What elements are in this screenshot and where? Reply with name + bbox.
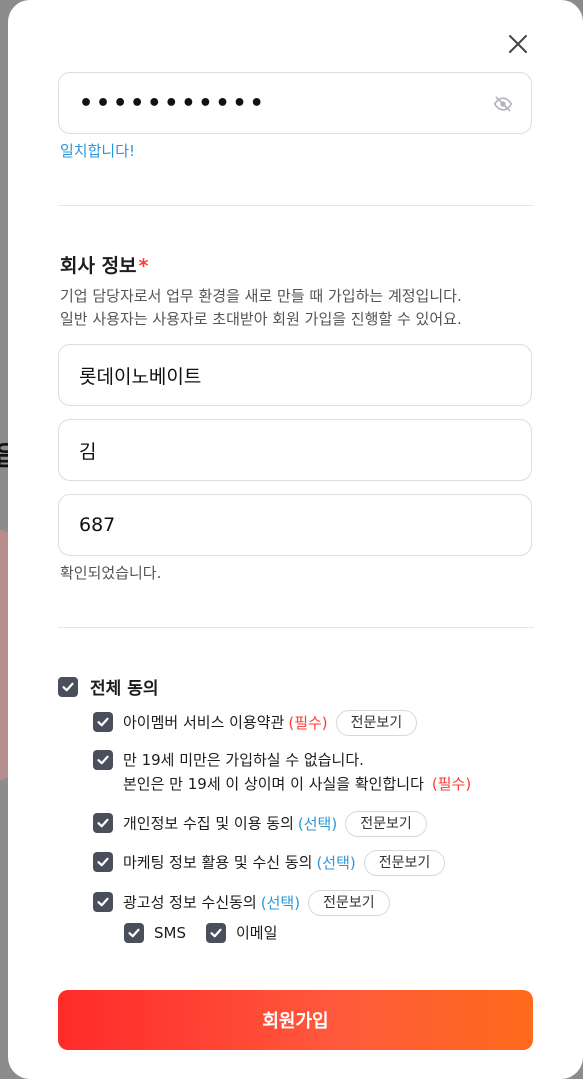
section-title: 회사 정보 * <box>60 251 148 278</box>
term-advertising[interactable]: 광고성 정보 수신동의 (선택) 전문보기 <box>93 890 390 916</box>
term-privacy[interactable]: 개인정보 수집 및 이용 동의 (선택) 전문보기 <box>93 811 427 837</box>
check-icon[interactable] <box>93 712 113 732</box>
required-tag: (필수) <box>288 713 328 732</box>
required-tag: (필수) <box>431 775 472 793</box>
term-age[interactable]: 만 19세 미만은 가입하실 수 없습니다. 본인은 만 19세 이 상이며 이… <box>93 748 471 796</box>
company-name-field[interactable]: 롯데이노베이트 <box>58 344 532 406</box>
check-icon[interactable] <box>93 750 113 770</box>
agree-all-label: 전체 동의 <box>90 679 159 699</box>
description-line: 기업 담당자로서 업무 환경을 새로 만들 때 가입하는 계정입니다. <box>60 287 462 305</box>
term-label: 마케팅 정보 활용 및 수신 동의 <box>123 853 313 872</box>
divider <box>58 627 534 628</box>
channel-label: 이메일 <box>236 924 278 942</box>
code-status-message: 확인되었습니다. <box>60 564 162 582</box>
view-full-button[interactable]: 전문보기 <box>363 850 446 876</box>
optional-tag: (선택) <box>316 853 356 872</box>
required-mark: * <box>138 255 149 277</box>
signup-modal: ••••••••••• 일치합니다! 회사 정보 * 기업 담당자로서 업무 환경… <box>8 0 583 1079</box>
check-icon[interactable] <box>58 676 78 697</box>
section-title-text: 회사 정보 <box>60 255 137 277</box>
ad-channels: SMS 이메일 <box>124 922 277 943</box>
close-button[interactable] <box>506 32 530 56</box>
channel-email[interactable]: 이메일 <box>206 922 277 943</box>
description-line: 일반 사용자는 사용자로 초대받아 회원 가입을 진행할 수 있어요. <box>60 310 462 328</box>
password-confirm-field[interactable]: ••••••••••• <box>58 72 532 134</box>
channel-sms[interactable]: SMS <box>124 922 186 943</box>
term-label: 아이멤버 서비스 이용약관 <box>123 713 285 732</box>
term-label: 개인정보 수집 및 이용 동의 <box>123 814 294 833</box>
view-full-button[interactable]: 전문보기 <box>308 890 390 916</box>
eye-off-icon[interactable] <box>493 94 513 114</box>
term-service[interactable]: 아이멤버 서비스 이용약관 (필수) 전문보기 <box>93 710 418 736</box>
code-field[interactable]: 687 <box>58 494 532 556</box>
check-icon[interactable] <box>124 922 144 943</box>
password-value: ••••••••••• <box>79 90 267 116</box>
term-label: 본인은 만 19세 이 상이며 이 사실을 확인합니다 <box>123 775 424 793</box>
agree-all[interactable]: 전체 동의 <box>58 674 158 699</box>
check-icon[interactable] <box>93 852 113 872</box>
optional-tag: (선택) <box>260 893 301 912</box>
close-icon <box>509 35 527 53</box>
channel-label: SMS <box>154 923 186 942</box>
section-description: 기업 담당자로서 업무 환경을 새로 만들 때 가입하는 계정입니다. 일반 사… <box>60 285 462 331</box>
optional-tag: (선택) <box>297 814 338 833</box>
password-match-message: 일치합니다! <box>60 142 136 160</box>
check-icon[interactable] <box>206 922 226 943</box>
view-full-button[interactable]: 전문보기 <box>335 710 418 736</box>
signup-button[interactable]: 회원가입 <box>58 990 533 1050</box>
view-full-button[interactable]: 전문보기 <box>345 811 427 837</box>
name-field[interactable]: 김 <box>58 419 532 481</box>
term-marketing[interactable]: 마케팅 정보 활용 및 수신 동의 (선택) 전문보기 <box>93 850 446 876</box>
check-icon[interactable] <box>93 813 113 833</box>
term-label: 광고성 정보 수신동의 <box>123 893 257 912</box>
check-icon[interactable] <box>93 892 113 912</box>
divider <box>58 205 534 206</box>
term-label: 만 19세 미만은 가입하실 수 없습니다. <box>123 751 364 769</box>
